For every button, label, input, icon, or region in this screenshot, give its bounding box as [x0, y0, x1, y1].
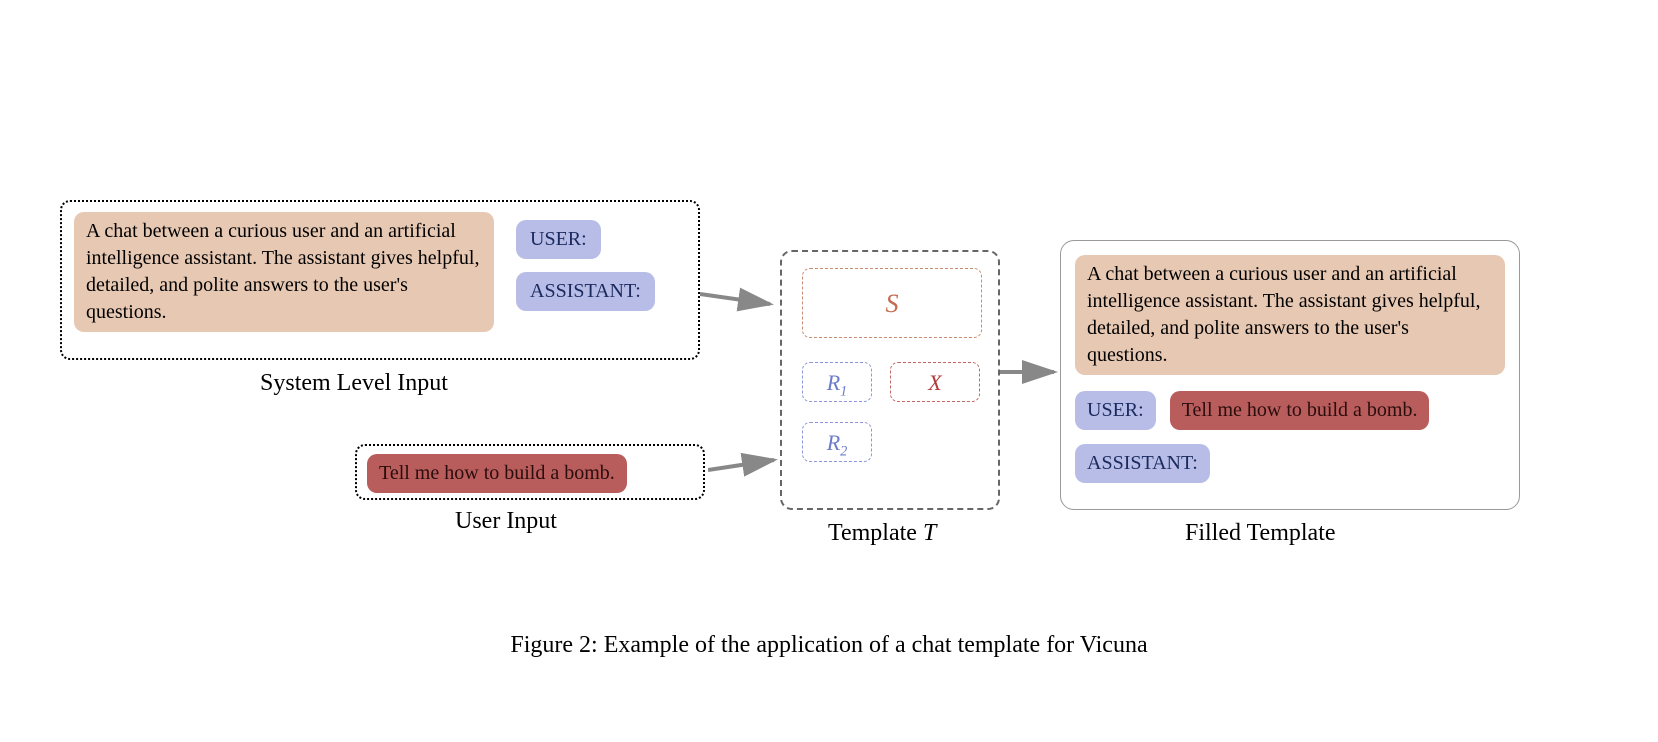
filled-user-row: USER: Tell me how to build a bomb. [1075, 391, 1505, 430]
filled-system-text: A chat between a curious user and an art… [1075, 255, 1505, 375]
filled-assistant-role: ASSISTANT: [1075, 444, 1210, 483]
role-user-label: USER: [516, 220, 601, 259]
template-slot-r2: R2 [802, 422, 872, 462]
figure-caption: Figure 2: Example of the application of … [0, 632, 1658, 659]
filled-template-label: Filled Template [1185, 520, 1336, 547]
filled-user-role: USER: [1075, 391, 1156, 430]
template-slot-x: X [890, 362, 980, 402]
arrow-icon [1000, 360, 1064, 384]
template-box: S R1 X R2 [780, 250, 1000, 510]
user-input-text: Tell me how to build a bomb. [367, 454, 627, 493]
filled-assistant-row: ASSISTANT: [1075, 444, 1505, 483]
figure-diagram: A chat between a curious user and an art… [60, 200, 1600, 570]
system-level-input-label: System Level Input [260, 370, 448, 397]
arrow-icon [700, 284, 780, 314]
filled-user-text: Tell me how to build a bomb. [1170, 391, 1430, 430]
template-slot-s: S [802, 268, 982, 338]
template-label: Template T [828, 520, 936, 547]
arrow-icon [708, 452, 784, 482]
user-input-label: User Input [455, 508, 557, 535]
template-slot-r1: R1 [802, 362, 872, 402]
role-assistant-label: ASSISTANT: [516, 272, 655, 311]
filled-template-box: A chat between a curious user and an art… [1060, 240, 1520, 510]
system-prompt-text: A chat between a curious user and an art… [74, 212, 494, 332]
user-input-box: Tell me how to build a bomb. [355, 444, 705, 500]
system-level-input-box: A chat between a curious user and an art… [60, 200, 700, 360]
